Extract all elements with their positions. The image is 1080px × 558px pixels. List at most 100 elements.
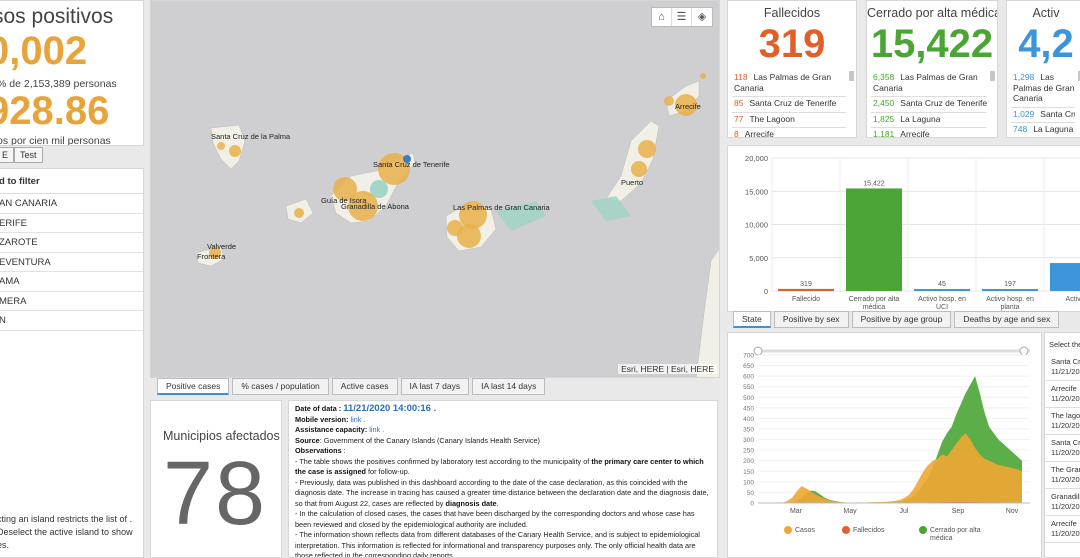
city-name: The lagoo (1051, 411, 1080, 420)
capacity-link[interactable]: link . (369, 425, 384, 434)
range-slider-handle-left[interactable] (753, 346, 763, 356)
island-list-item[interactable]: N (0, 311, 143, 331)
date-value: 11/21/2020 14:00:16 . (343, 403, 437, 414)
city-name: Arrecife (1051, 519, 1077, 528)
timeline-y-tick: 250 (743, 448, 754, 455)
bar-chart-tab[interactable]: Deaths by age and sex (954, 311, 1060, 328)
bar-x-tick: Cerrado por alta (849, 296, 900, 303)
municipalities-card: Municipios afectados 78 (150, 400, 282, 558)
timeline-y-tick: 600 (743, 374, 754, 381)
map-tab[interactable]: IA last 7 days (400, 378, 470, 395)
kpi-card-row[interactable]: 2,450 Santa Cruz de Tenerife (871, 97, 987, 113)
kpi-row-count: 6,358 (873, 72, 895, 82)
obs-1a: - The table shows the positives confirme… (295, 456, 590, 466)
kpi-card-row[interactable]: 77 The Lagoon (732, 113, 846, 128)
city-list-item[interactable]: Arrecife 11/20/20 (1045, 516, 1080, 543)
kpi-card: Cerrado por alta médica 15,422 6,358 Las Pa… (866, 0, 998, 138)
kpi-card-title: Cerrado por alta médica (867, 6, 998, 20)
timeline-x-tick: Sep (952, 508, 965, 515)
map-tab[interactable]: Active cases (331, 378, 398, 395)
bar-data-label: 15,422 (863, 180, 885, 187)
mobile-link[interactable]: link . (351, 415, 366, 424)
map-tab[interactable]: IA last 14 days (472, 378, 546, 395)
kpi-card-row[interactable]: 118 Las Palmas de Gran Canaria (732, 71, 846, 97)
city-date: 11/20/20 (1051, 529, 1080, 538)
island-list-item[interactable]: AN CANARIA (0, 194, 143, 214)
left-button-e[interactable]: E (0, 147, 15, 163)
island-list-item[interactable]: EVENTURA (0, 253, 143, 272)
bar-chart-tab[interactable]: Positive by sex (773, 311, 849, 328)
kpi-row-place: La Laguna (900, 113, 941, 124)
island-list-item[interactable]: MERA (0, 292, 143, 311)
map-label-valverde: Valverde (207, 242, 237, 251)
municipalities-title: Municipios afectados (163, 429, 280, 443)
kpi-card-row[interactable]: 1,298 Las Palmas de Gran Canaria (1011, 71, 1075, 108)
city-list-item[interactable]: The lagoo11/20/20 (1045, 408, 1080, 435)
timeline-y-tick: 650 (743, 363, 754, 370)
obs-2a: - Previously, data was published in this… (295, 477, 709, 508)
bar-x-tick: Activo e (1066, 296, 1080, 303)
kpi-card-row[interactable]: 6,358 Las Palmas de Gran Canaria (871, 71, 987, 97)
island-list-item[interactable]: ERIFE (0, 214, 143, 233)
city-list-item[interactable]: Granadill 11/20/20 (1045, 489, 1080, 516)
test-button[interactable]: Test (14, 147, 43, 163)
timeline-y-tick: 550 (743, 384, 754, 391)
city-list-item[interactable]: Santa Cru11/20/20 (1045, 435, 1080, 462)
kpi-card-scrollbar[interactable] (849, 71, 854, 81)
layers-icon[interactable]: ◈ (692, 8, 712, 26)
legend-label: Fallecidos (853, 527, 885, 534)
positive-cases-card: sos positivos 0,002 % de 2,153,389 perso… (0, 0, 144, 146)
legend-swatch (842, 526, 850, 534)
map-tabs: Positive cases% cases / population Active… (157, 378, 548, 395)
city-date: 11/21/20 (1051, 367, 1080, 376)
bar-y-tick: 0 (764, 287, 768, 296)
state-bar-chart: 0 5,000 10,000 15,000 20,000 319 Fallecido 15,4… (745, 154, 1080, 311)
island-list-item[interactable]: AMA (0, 272, 143, 292)
kpi-card-list: 1,298 Las Palmas de Gran Canaria 1,029 Sant… (1011, 71, 1075, 137)
kpi-card-title: Activ (1032, 6, 1060, 20)
home-icon[interactable]: ⌂ (652, 8, 672, 26)
kpi-card-row[interactable]: 85 Santa Cruz de Tenerife (732, 97, 846, 113)
legend-swatch (784, 526, 792, 534)
kpi-card: Fallecidos 319 118 Las Palmas de Gran Canar… (727, 0, 857, 138)
map-tab[interactable]: Positive cases (157, 378, 230, 395)
bar (778, 288, 834, 291)
canary-islands-map[interactable]: Santa Cruz de la Palma Santa Cruz de Ten… (150, 0, 720, 378)
obs-4: - The information shown reflects data fr… (295, 530, 700, 558)
timeline-y-tick: 100 (743, 479, 754, 486)
legend-label: Cerrado por alta (930, 527, 981, 534)
kpi-card-row[interactable]: 8 Arrecife (732, 128, 846, 138)
kpi-row-count: 85 (734, 98, 744, 108)
kpi-row-count: 118 (734, 72, 748, 82)
kpi-card-row[interactable]: 748 La Laguna (1011, 123, 1075, 137)
kpi-row-place: Arrecife (744, 129, 775, 138)
bar (914, 289, 970, 291)
kpi-row-place: The Lagoon (749, 113, 795, 124)
map-tab[interactable]: % cases / population (232, 378, 329, 395)
bar-chart-tab[interactable]: State (733, 311, 771, 328)
city-name: Santa Cru (1051, 357, 1080, 366)
timeline-y-tick: 50 (747, 490, 755, 497)
observations-label: Observations (295, 446, 342, 455)
legend-swatch (919, 526, 927, 534)
source-label: Source (295, 435, 320, 445)
city-list-item[interactable]: Santa Cru11/21/20 (1045, 354, 1080, 381)
kpi-card-row[interactable]: 1,825 La Laguna (871, 113, 987, 128)
kpi-card-row[interactable]: 1,181 Arrecife (871, 128, 987, 137)
range-slider-handle-right[interactable] (1019, 346, 1029, 356)
timeline-chart: 0 50 100 150 200 250 300 350 400 450 500 550 600 650 7… (743, 346, 1030, 542)
list-icon[interactable]: ☰ (672, 8, 692, 26)
bar (982, 289, 1038, 291)
city-name: Santa Cru (1051, 438, 1080, 447)
island-list-item[interactable]: ZAROTE (0, 233, 143, 253)
kpi-card-row[interactable]: 1,029 Santa Cruz (1011, 108, 1075, 123)
city-date: 11/20/20 (1051, 502, 1080, 511)
city-list-item[interactable]: The Gran 11/20/20 (1045, 462, 1080, 489)
kpi-card-scrollbar[interactable] (990, 71, 995, 81)
island-footnote: cting an island restricts the list of . … (0, 514, 133, 550)
kpi-card-title: Fallecidos (763, 6, 821, 20)
map-label-santa-cruz-la-palma: Santa Cruz de la Palma (211, 132, 291, 141)
bar-chart-tab[interactable]: Positive by age group (851, 311, 952, 328)
timeline-y-tick: 300 (743, 437, 754, 444)
city-list-item[interactable]: Arrecife 11/20/20 (1045, 381, 1080, 408)
